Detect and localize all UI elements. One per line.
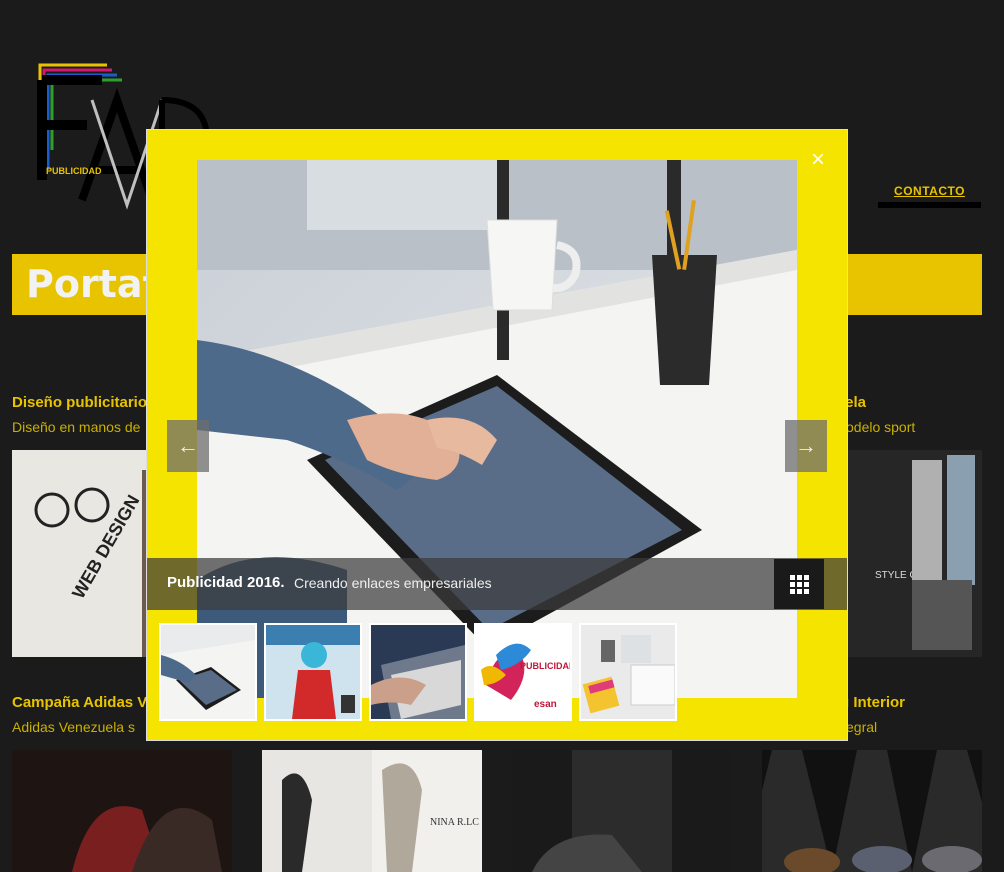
thumb-nina-text: NINA R.LC xyxy=(430,817,479,828)
arrow-right-icon: → xyxy=(795,433,817,458)
lightbox-thumbnails: PUBLICIDAD esan xyxy=(159,623,677,721)
portfolio-thumb-fashion[interactable]: NINA R.LC xyxy=(262,750,482,872)
lightbox-modal: × ← → Publicidad 2016. Creando enlaces e… xyxy=(147,130,847,740)
portfolio-item-title[interactable]: Diseño publicitario xyxy=(12,394,147,411)
thumb-keyboard[interactable] xyxy=(369,623,467,721)
caption-title: Publicidad 2016. xyxy=(167,574,285,591)
lightbox-next-button[interactable]: → xyxy=(785,420,827,472)
thumb-esan-text: esan xyxy=(534,699,557,710)
lightbox-image[interactable] xyxy=(197,160,797,698)
grid-view-icon[interactable] xyxy=(774,559,824,609)
nav-active-indicator xyxy=(878,202,981,208)
thumb-publicidad[interactable]: PUBLICIDAD esan xyxy=(474,623,572,721)
page: PUBLICIDAD CONTACTO Portafo Diseño publi… xyxy=(0,0,1004,872)
thumb-tablet[interactable] xyxy=(159,623,257,721)
portfolio-thumb-adidas[interactable] xyxy=(12,750,232,872)
lightbox-prev-button[interactable]: ← xyxy=(167,420,209,472)
thumb-magazine[interactable] xyxy=(264,623,362,721)
thumb-publicidad-text: PUBLICIDAD xyxy=(520,661,570,671)
portfolio-item-title[interactable]: Campaña Adidas Ve xyxy=(12,694,155,711)
lightbox-close-button[interactable]: × xyxy=(811,148,825,172)
nav-contacto[interactable]: CONTACTO xyxy=(878,184,981,198)
caption-description: Creando enlaces empresariales xyxy=(294,575,492,591)
portfolio-item-title[interactable]: g Interior xyxy=(840,694,905,711)
logo-tagline: PUBLICIDAD xyxy=(46,166,102,176)
lightbox-caption: Publicidad 2016. Creando enlaces empresa… xyxy=(147,558,847,610)
arrow-left-icon: ← xyxy=(177,433,199,458)
portfolio-thumb-cars-interior[interactable] xyxy=(762,750,982,872)
portfolio-item-subtitle: egral xyxy=(846,719,878,735)
portfolio-item-subtitle: Diseño en manos de xyxy=(12,419,141,435)
portfolio-item-subtitle: odelo sport xyxy=(846,419,916,435)
thumb-desk[interactable] xyxy=(579,623,677,721)
portfolio-thumb-car[interactable] xyxy=(512,750,732,872)
portfolio-item-subtitle: Adidas Venezuela s xyxy=(12,719,135,735)
